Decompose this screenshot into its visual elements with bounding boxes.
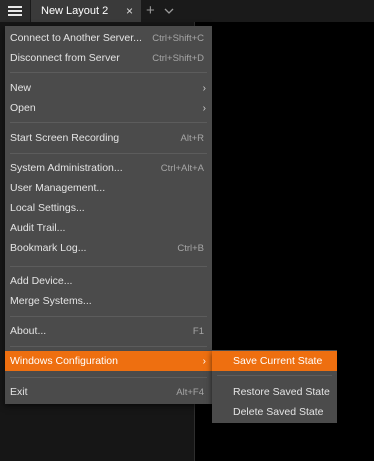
menu-item-label: Connect to Another Server... (10, 32, 142, 44)
menu-item-local-settings[interactable]: Local Settings... (5, 198, 212, 218)
menu-item-shortcut: Ctrl+Alt+A (160, 162, 204, 174)
main-menu: Connect to Another Server... Ctrl+Shift+… (5, 26, 212, 404)
menu-item-shortcut: Alt+R (180, 132, 205, 144)
menu-item-label: System Administration... (10, 162, 123, 174)
menu-item-label: Exit (10, 386, 28, 398)
menu-separator (10, 72, 207, 73)
menu-item-disconnect-from-server[interactable]: Disconnect from Server Ctrl+Shift+D (5, 48, 212, 68)
menu-separator (10, 122, 207, 123)
menu-item-exit[interactable]: Exit Alt+F4 (5, 382, 212, 402)
plus-icon[interactable]: + (146, 0, 155, 22)
menu-item-label: Start Screen Recording (10, 132, 120, 144)
close-icon[interactable]: × (126, 4, 133, 18)
menu-item-label: Add Device... (10, 275, 73, 287)
menu-item-label: Disconnect from Server (10, 52, 120, 64)
menu-item-shortcut: Alt+F4 (176, 386, 204, 398)
menu-item-shortcut: Ctrl+Shift+D (152, 52, 204, 64)
menu-item-shortcut: Ctrl+B (177, 242, 204, 254)
submenu-item-save-current-state[interactable]: Save Current State (212, 351, 337, 371)
hamburger-menu-button[interactable] (0, 0, 30, 22)
chevron-down-icon[interactable] (164, 0, 174, 22)
hamburger-menu-icon (8, 6, 22, 16)
submenu-item-restore-saved-state[interactable]: Restore Saved State (212, 382, 337, 402)
submenu-arrow-icon: › (202, 102, 206, 114)
menu-item-label: Merge Systems... (10, 295, 92, 307)
tab-label: New Layout 2 (41, 5, 109, 17)
submenu-item-label: Delete Saved State (233, 406, 324, 418)
menu-item-add-device[interactable]: Add Device... (5, 271, 212, 291)
menu-item-bookmark-log[interactable]: Bookmark Log... Ctrl+B (5, 238, 212, 258)
menu-item-label: Bookmark Log... (10, 242, 87, 254)
submenu-item-label: Save Current State (233, 355, 323, 367)
menu-item-merge-systems[interactable]: Merge Systems... (5, 291, 212, 311)
menu-separator (10, 266, 207, 267)
tab-new-layout-2[interactable]: New Layout 2 × (31, 0, 141, 22)
menu-item-system-administration[interactable]: System Administration... Ctrl+Alt+A (5, 158, 212, 178)
menu-item-windows-configuration[interactable]: Windows Configuration › (5, 351, 212, 371)
menu-item-label: About... (10, 325, 47, 337)
menu-item-shortcut: Ctrl+Shift+C (152, 32, 204, 44)
menu-item-audit-trail[interactable]: Audit Trail... (5, 218, 212, 238)
menu-separator (10, 346, 207, 347)
menu-separator (10, 153, 207, 154)
submenu-item-delete-saved-state[interactable]: Delete Saved State (212, 402, 337, 422)
menu-separator (10, 377, 207, 378)
menu-item-label: User Management... (10, 182, 106, 194)
tab-bar: New Layout 2 × + (0, 0, 374, 22)
menu-separator (217, 375, 332, 376)
windows-configuration-submenu: Save Current State Restore Saved State D… (212, 350, 337, 423)
menu-item-label: Windows Configuration (10, 355, 118, 367)
menu-item-connect-to-another-server[interactable]: Connect to Another Server... Ctrl+Shift+… (5, 28, 212, 48)
menu-item-label: Audit Trail... (10, 222, 66, 234)
menu-item-label: New (10, 82, 32, 94)
menu-item-about[interactable]: About... F1 (5, 321, 212, 341)
menu-item-open[interactable]: Open › (5, 98, 212, 118)
menu-item-shortcut: F1 (192, 325, 204, 337)
menu-item-start-screen-recording[interactable]: Start Screen Recording Alt+R (5, 128, 212, 148)
menu-item-label: Local Settings... (10, 202, 85, 214)
menu-separator (10, 316, 207, 317)
submenu-item-label: Restore Saved State (233, 386, 330, 398)
menu-item-label: Open (10, 102, 36, 114)
menu-item-user-management[interactable]: User Management... (5, 178, 212, 198)
submenu-arrow-icon: › (202, 355, 206, 367)
menu-item-new[interactable]: New › (5, 78, 212, 98)
app-window: New Layout 2 × + Connect to Another Serv… (0, 0, 374, 461)
submenu-arrow-icon: › (202, 82, 206, 94)
